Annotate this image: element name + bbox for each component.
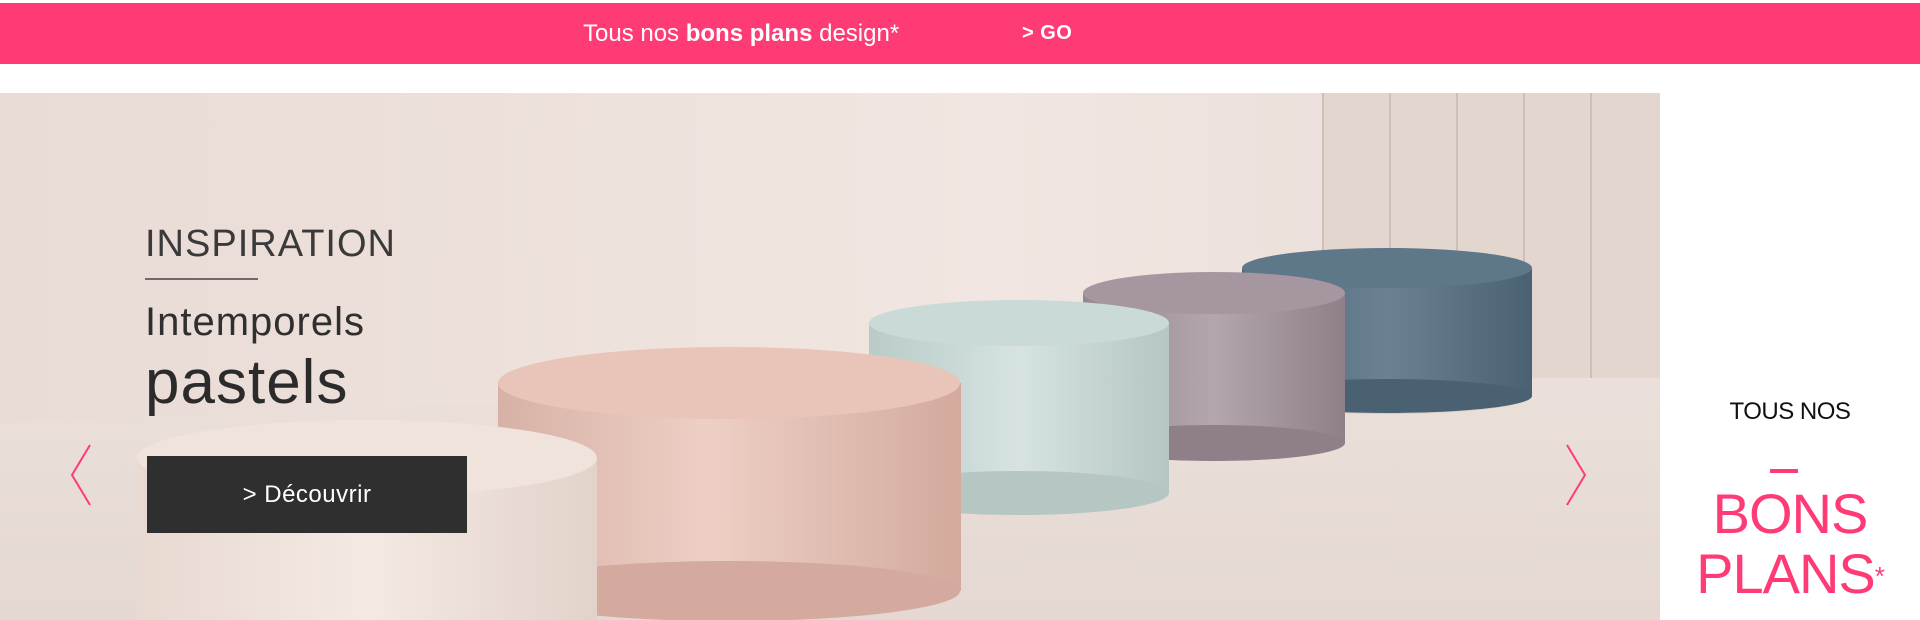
hero-title-line2: pastels xyxy=(145,348,349,417)
hero-copy: INSPIRATION Intemporels pastels xyxy=(145,223,565,418)
side-promo-tous-nos: TOUS NOS xyxy=(1729,398,1851,425)
hero-eyebrow: INSPIRATION xyxy=(145,223,396,265)
go-link[interactable]: > GO xyxy=(1022,3,1072,64)
side-promo-dash xyxy=(1770,469,1798,473)
promo-text-suffix: design* xyxy=(812,20,900,47)
hero-title-line1: Intemporels xyxy=(145,300,365,344)
chevron-left-icon[interactable] xyxy=(68,443,94,507)
promo-text[interactable]: Tous nos bons plans design* xyxy=(583,3,899,64)
hero-divider xyxy=(145,278,258,280)
side-promo-bons: BONS xyxy=(1712,482,1869,545)
promo-text-prefix: Tous nos xyxy=(583,20,686,47)
promo-bar[interactable]: Tous nos bons plans design* > GO xyxy=(0,3,1920,64)
hero-banner[interactable]: INSPIRATION Intemporels pastels > Découv… xyxy=(0,93,1660,620)
chevron-right-icon[interactable] xyxy=(1563,443,1589,507)
side-promo-plans-text: PLANS xyxy=(1696,542,1876,605)
side-promo-asterisk: * xyxy=(1874,561,1885,591)
side-promo-plans: PLANS* xyxy=(1660,545,1920,603)
discover-button[interactable]: > Découvrir xyxy=(147,456,467,533)
promo-text-bold: bons plans xyxy=(685,20,813,47)
